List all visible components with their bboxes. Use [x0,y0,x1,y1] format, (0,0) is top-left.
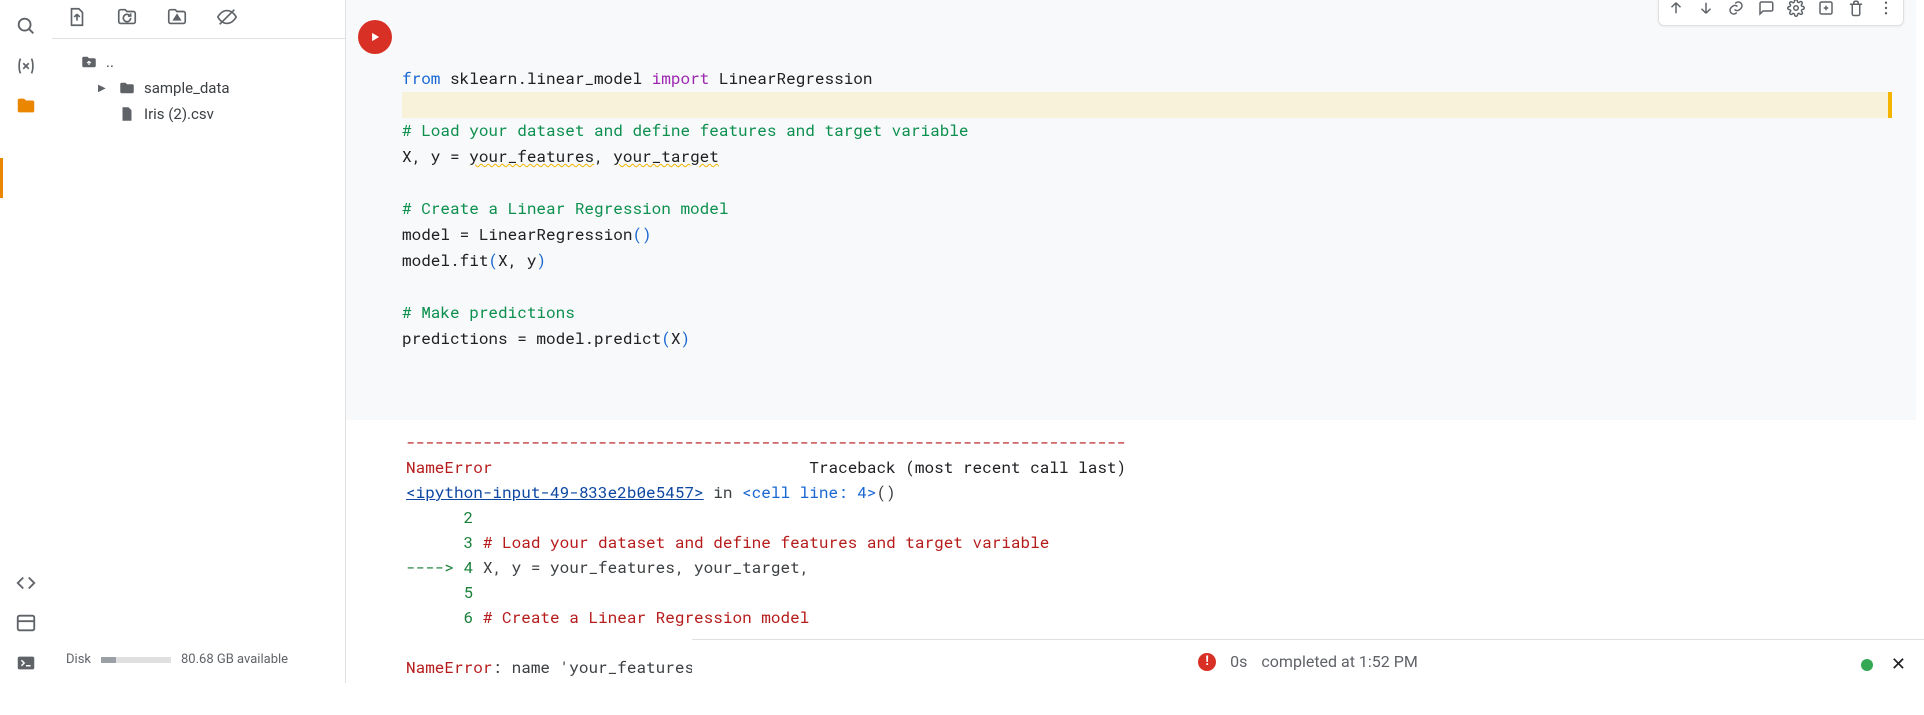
tree-item-label: Iris (2).csv [144,105,214,123]
toggle-hidden-icon[interactable] [216,6,238,32]
tree-up[interactable]: .. [52,49,345,75]
upload-icon[interactable] [66,6,88,32]
search-icon[interactable] [4,6,48,46]
code-editor[interactable]: from sklearn.linear_model import LinearR… [402,14,1910,378]
file-toolbar [52,0,345,39]
link-icon[interactable] [1727,0,1745,21]
code-cell[interactable]: from sklearn.linear_model import LinearR… [346,0,1916,420]
disk-available: 80.68 GB available [181,652,288,667]
tree-folder-sample-data[interactable]: ▶ sample_data [52,75,345,101]
disk-label: Disk [66,652,91,667]
mirror-cell-icon[interactable] [1817,0,1835,21]
main-area: from sklearn.linear_model import LinearR… [346,0,1924,683]
mount-drive-icon[interactable] [166,6,188,32]
tree-up-label: .. [106,53,114,71]
chevron-right-icon: ▶ [98,83,110,94]
tree-file-iris[interactable]: Iris (2).csv [52,101,345,127]
files-icon[interactable] [4,86,48,126]
active-line-highlight [402,92,1892,118]
cell-toolbar [1658,0,1904,26]
status-error-icon[interactable]: ! [1198,653,1216,671]
variables-icon[interactable] [4,46,48,86]
code-snippets-icon[interactable] [4,563,48,603]
traceback-link[interactable]: <ipython-input-49-833e2b0e5457> [406,482,704,503]
file-tree: .. ▶ sample_data Iris (2).csv [52,39,345,642]
comment-icon[interactable] [1757,0,1775,21]
refresh-icon[interactable] [116,6,138,32]
active-indicator [0,158,3,198]
file-explorer: .. ▶ sample_data Iris (2).csv Disk 80.68… [52,0,346,683]
status-duration: 0s [1230,652,1247,671]
tree-item-label: sample_data [144,79,230,97]
disk-bar: Disk 80.68 GB available [52,642,345,683]
move-down-icon[interactable] [1697,0,1715,21]
gear-icon[interactable] [1787,0,1805,21]
table-of-contents-icon[interactable] [4,603,48,643]
more-icon[interactable] [1877,0,1895,21]
left-rail [0,0,52,683]
close-icon[interactable]: ✕ [1891,654,1906,675]
delete-icon[interactable] [1847,0,1865,21]
disk-meter [101,657,171,663]
status-completed: completed at 1:52 PM [1261,652,1417,671]
connection-status-icon[interactable] [1861,659,1873,671]
terminal-icon[interactable] [4,643,48,683]
status-bar: ! 0s completed at 1:52 PM [692,639,1924,683]
move-up-icon[interactable] [1667,0,1685,21]
right-indicators: ✕ [1861,654,1906,675]
run-cell-button[interactable] [358,20,392,54]
